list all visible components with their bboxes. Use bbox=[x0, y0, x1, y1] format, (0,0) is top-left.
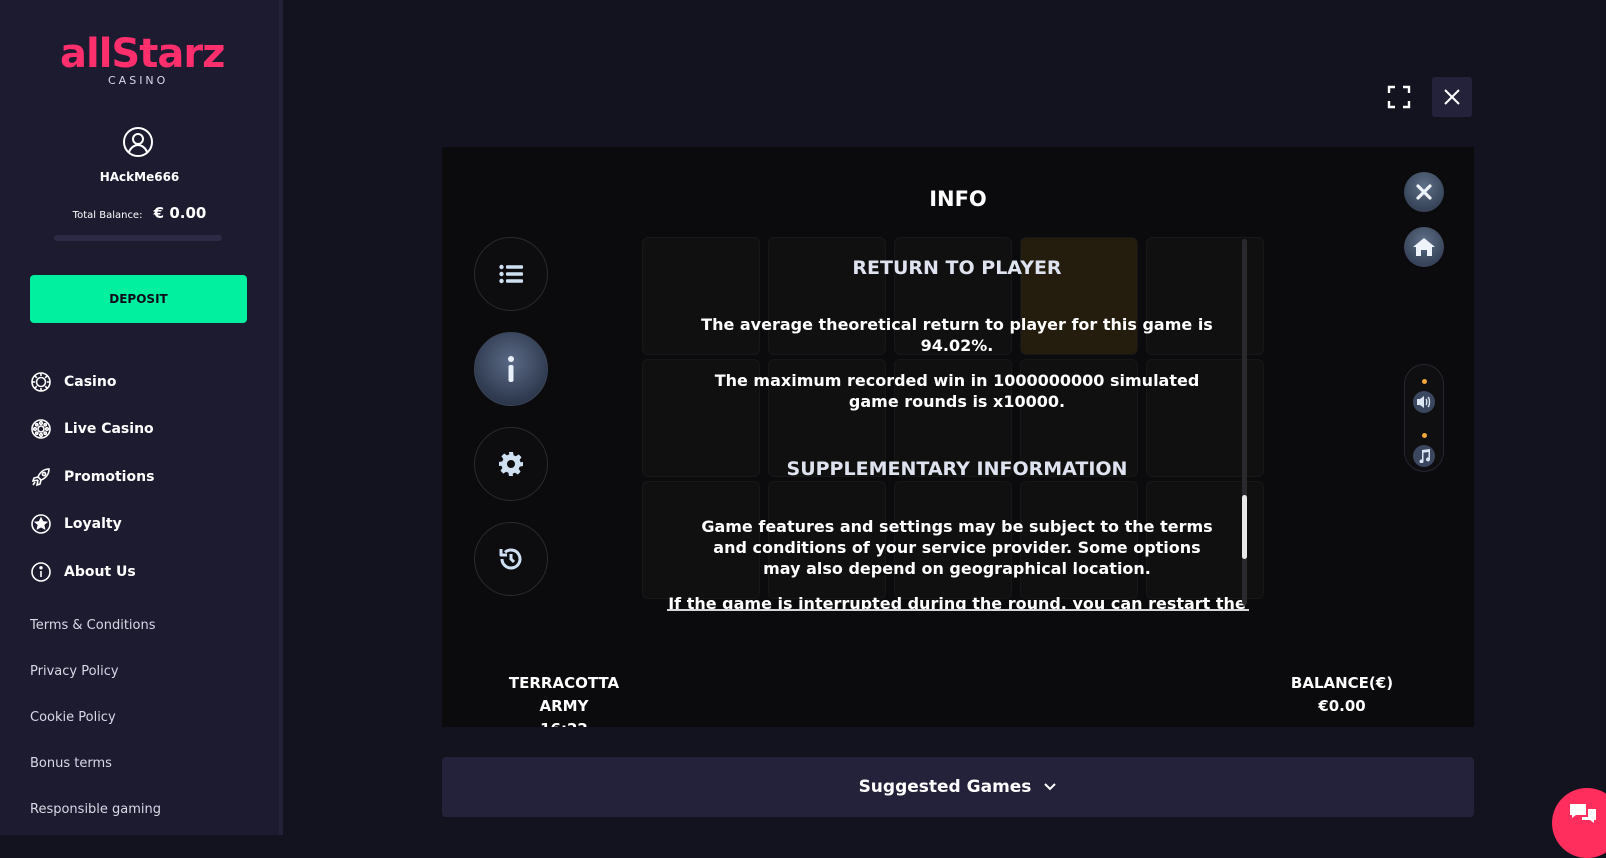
chat-icon bbox=[1570, 804, 1596, 823]
list-icon bbox=[499, 264, 523, 284]
nav-item-about-us[interactable]: About Us bbox=[30, 548, 154, 596]
main-nav: Casino Live Casino Promotions Loyalty Ab… bbox=[30, 358, 154, 596]
info-scrollbar[interactable] bbox=[1242, 239, 1247, 605]
live-casino-icon bbox=[31, 419, 51, 440]
footer-link-bonus-terms[interactable]: Bonus terms bbox=[30, 756, 161, 802]
content-divider bbox=[667, 609, 1249, 611]
nav-label: Loyalty bbox=[64, 516, 122, 533]
scroll-thumb[interactable] bbox=[1242, 495, 1247, 559]
history-icon bbox=[499, 548, 522, 570]
balance-bar bbox=[54, 235, 222, 241]
footer-link-terms[interactable]: Terms & Conditions bbox=[30, 618, 161, 664]
nav-item-loyalty[interactable]: Loyalty bbox=[30, 501, 154, 549]
chevron-down-icon bbox=[1044, 783, 1057, 791]
home-button[interactable] bbox=[1404, 227, 1444, 267]
music-indicator-dot bbox=[1422, 433, 1427, 438]
music-note-icon bbox=[1419, 449, 1430, 463]
star-icon bbox=[31, 514, 51, 535]
game-clock: 16:22 bbox=[484, 718, 644, 727]
fullscreen-icon[interactable] bbox=[1387, 85, 1411, 109]
max-win-paragraph: The maximum recorded win in 1000000000 s… bbox=[714, 371, 1200, 411]
paytable-button[interactable] bbox=[474, 237, 548, 311]
footer-link-responsible-gaming[interactable]: Responsible gaming bbox=[30, 802, 161, 848]
game-balance-label: BALANCE(€) bbox=[1290, 674, 1394, 692]
rocket-icon bbox=[31, 467, 50, 486]
info-icon bbox=[31, 561, 51, 582]
sidebar: allStarz CASINO HAckMe666 Total Balance:… bbox=[0, 0, 283, 835]
casino-chip-icon bbox=[31, 371, 51, 392]
footer-link-cookie[interactable]: Cookie Policy bbox=[30, 710, 161, 756]
total-balance: Total Balance: € 0.00 bbox=[0, 204, 279, 222]
gear-icon bbox=[499, 452, 523, 476]
history-button[interactable] bbox=[474, 522, 548, 596]
nav-label: Promotions bbox=[64, 468, 155, 485]
close-icon bbox=[1444, 89, 1460, 105]
game-frame[interactable]: INFO RETURN TO PLAYER The average theore… bbox=[442, 147, 1474, 727]
rtp-paragraph: The average theoretical return to player… bbox=[701, 315, 1213, 355]
info-button[interactable] bbox=[474, 332, 548, 406]
music-toggle[interactable] bbox=[1413, 445, 1435, 467]
sound-toggle[interactable] bbox=[1413, 391, 1435, 413]
nav-label: Casino bbox=[64, 373, 117, 390]
username: HAckMe666 bbox=[99, 170, 180, 184]
nav-label: About Us bbox=[64, 563, 136, 580]
close-icon bbox=[1416, 184, 1432, 200]
info-i-icon bbox=[508, 356, 514, 382]
audio-controls bbox=[1404, 364, 1444, 472]
interrupted-paragraph: If the game is interrupted during the ro… bbox=[668, 594, 1246, 610]
game-name: TERRACOTTA ARMY bbox=[508, 674, 620, 715]
deposit-button[interactable]: DEPOSIT bbox=[30, 275, 247, 323]
info-scroll-content[interactable]: RETURN TO PLAYER The average theoretical… bbox=[667, 245, 1247, 610]
nav-label: Live Casino bbox=[64, 421, 154, 438]
close-game-button[interactable] bbox=[1432, 77, 1472, 117]
game-name-clock: TERRACOTTA ARMY 16:22 bbox=[484, 672, 644, 727]
suggested-games-label: Suggested Games bbox=[858, 777, 1032, 797]
game-balance-value: €0.00 bbox=[1318, 697, 1366, 715]
nav-item-promotions[interactable]: Promotions bbox=[30, 453, 154, 501]
close-info-button[interactable] bbox=[1404, 172, 1444, 212]
brand-logo[interactable]: allStarz CASINO bbox=[60, 30, 225, 88]
footer-links: Terms & Conditions Privacy Policy Cookie… bbox=[30, 618, 161, 848]
logo-subtitle: CASINO bbox=[108, 74, 169, 87]
balance-label: Total Balance: bbox=[72, 210, 143, 221]
balance-value: € 0.00 bbox=[153, 204, 207, 222]
nav-item-casino[interactable]: Casino bbox=[30, 358, 154, 406]
game-balance: BALANCE(€) €0.00 bbox=[1262, 672, 1422, 718]
footer-link-privacy[interactable]: Privacy Policy bbox=[30, 664, 161, 710]
sound-indicator-dot bbox=[1422, 379, 1427, 384]
info-panel-title: INFO bbox=[929, 187, 987, 211]
suggested-games-toggle[interactable]: Suggested Games bbox=[442, 757, 1474, 817]
settings-button[interactable] bbox=[474, 427, 548, 501]
logo-wordmark: allStarz bbox=[60, 31, 225, 77]
section-heading-rtp: RETURN TO PLAYER bbox=[852, 257, 1062, 279]
user-avatar-icon[interactable] bbox=[122, 126, 154, 158]
speaker-icon bbox=[1417, 396, 1431, 408]
nav-item-live-casino[interactable]: Live Casino bbox=[30, 406, 154, 454]
supplementary-paragraph: Game features and settings may be subjec… bbox=[701, 517, 1213, 578]
live-chat-button[interactable] bbox=[1552, 788, 1606, 858]
section-heading-supplementary: SUPPLEMENTARY INFORMATION bbox=[786, 458, 1128, 480]
home-icon bbox=[1413, 238, 1435, 256]
